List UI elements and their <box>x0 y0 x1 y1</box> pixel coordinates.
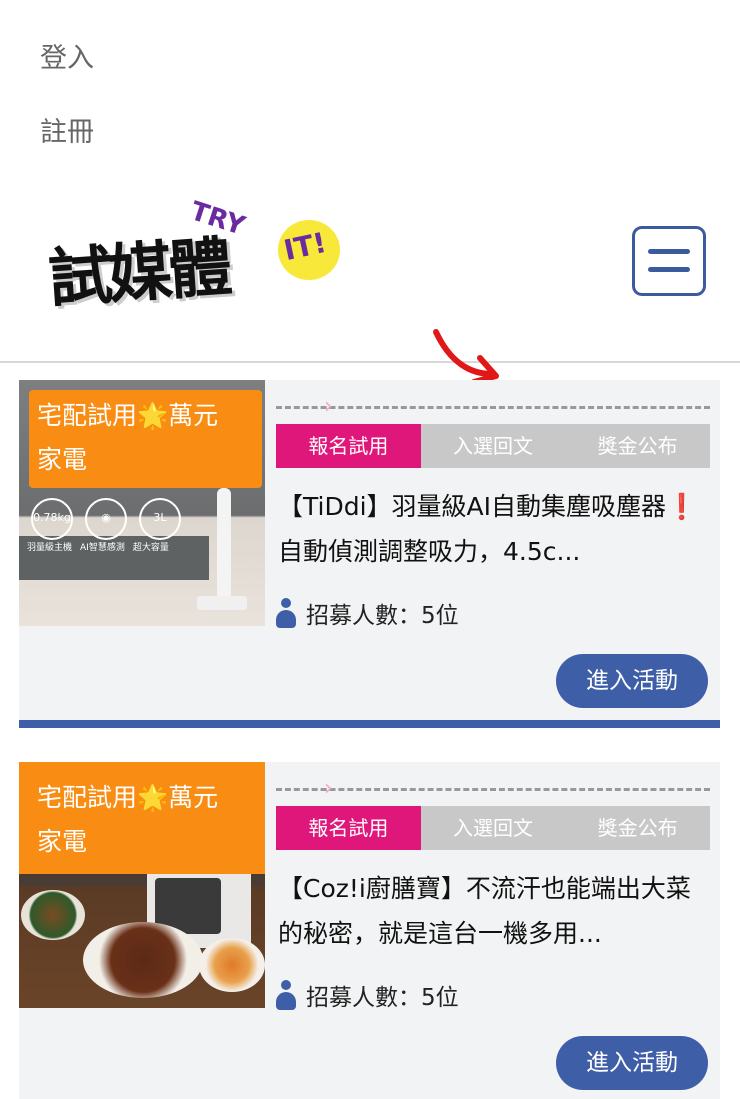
badge-text: 宅配試用 <box>37 401 138 430</box>
category-badge: 宅配試用🌟萬元 家電 <box>29 390 262 488</box>
enter-activity-button[interactable]: 進入活動 <box>556 654 708 708</box>
header-divider <box>0 361 740 363</box>
enter-activity-button[interactable]: 進入活動 <box>556 1036 708 1090</box>
vacuum-head-shape <box>197 596 247 610</box>
feature-label: AI智慧感測 <box>80 543 125 553</box>
activity-title[interactable]: 【TiDdi】羽量級AI自動集塵吸塵器❗ 自動偵測調整吸力，4.5c... <box>278 484 708 574</box>
activity-card: 宅配試用🌟萬元 家電 › 報名試用 入選回文 獎金公布 【Coz!i廚膳寶】不流… <box>19 762 720 1099</box>
title-text: 【Coz!i廚膳寶】不流汗也能端出大菜的秘密，就是這台一機多用... <box>278 874 691 948</box>
tab-selected-posts[interactable]: 入選回文 <box>420 806 566 850</box>
status-tabs: 報名試用 入選回文 獎金公布 <box>276 424 711 468</box>
logo-text: 試媒體 <box>45 229 231 318</box>
tab-bonus-announce[interactable]: 獎金公布 <box>565 806 711 850</box>
category-badge: 宅配試用🌟萬元 家電 <box>19 762 265 874</box>
person-icon <box>276 978 296 1012</box>
tab-signup[interactable]: 報名試用 <box>276 806 421 850</box>
hamburger-icon <box>648 249 690 254</box>
feature-label: 超大容量 <box>132 543 169 553</box>
recruit-count: 招募人數：5位 <box>276 978 459 1012</box>
food-plate <box>83 922 203 998</box>
card-info: › 報名試用 入選回文 獎金公布 【Coz!i廚膳寶】不流汗也能端出大菜的秘密，… <box>276 762 711 1099</box>
weight-icon: 0.78kg <box>31 498 73 540</box>
feature-icons: 0.78kg ◉ 3L <box>31 498 181 540</box>
recruit-text: 招募人數：5位 <box>306 985 459 1011</box>
badge-text: 家電 <box>37 445 88 474</box>
login-link[interactable]: 登入 <box>40 36 94 75</box>
star-icon: 🌟 <box>137 783 169 812</box>
card-info: › 報名試用 入選回文 獎金公布 【TiDdi】羽量級AI自動集塵吸塵器❗ 自動偵… <box>276 380 711 720</box>
feature-label: 羽量級主機 <box>27 543 73 553</box>
activity-title[interactable]: 【Coz!i廚膳寶】不流汗也能端出大菜的秘密，就是這台一機多用... <box>278 866 708 956</box>
status-tabs: 報名試用 入選回文 獎金公布 <box>276 806 711 850</box>
activity-card: 宅配試用🌟萬元 家電 0.78kg ◉ 3L 羽量級主機 AI智慧感測 超大容量… <box>19 380 720 728</box>
badge-text: 家電 <box>37 827 88 856</box>
register-link[interactable]: 註冊 <box>40 110 94 149</box>
food-plate <box>21 890 85 940</box>
recruit-count: 招募人數：5位 <box>276 596 459 630</box>
badge-text: 萬元 <box>168 401 219 430</box>
person-icon <box>276 596 296 630</box>
vacuum-shape <box>217 488 231 600</box>
star-icon: 🌟 <box>137 401 169 430</box>
tab-signup[interactable]: 報名試用 <box>276 424 421 468</box>
tab-bonus-announce[interactable]: 獎金公布 <box>565 424 711 468</box>
dashed-line <box>276 406 710 409</box>
wifi-icon: ◉ <box>85 498 127 540</box>
badge-text: 宅配試用 <box>37 783 138 812</box>
product-image[interactable]: 宅配試用🌟萬元 家電 0.78kg ◉ 3L 羽量級主機 AI智慧感測 超大容量 <box>19 380 265 626</box>
recruit-text: 招募人數：5位 <box>306 603 459 629</box>
chevron-right-icon: › <box>324 394 333 419</box>
badge-text: 萬元 <box>168 783 219 812</box>
site-logo[interactable]: 試媒體 TRY IT! <box>40 196 340 325</box>
feature-labels: 羽量級主機 AI智慧感測 超大容量 <box>27 540 169 553</box>
title-text: 【TiDdi】羽量級AI自動集塵吸塵器 <box>278 492 666 521</box>
dashed-line <box>276 788 710 791</box>
title-text: 自動偵測調整吸力，4.5c... <box>278 537 581 566</box>
tab-selected-posts[interactable]: 入選回文 <box>420 424 566 468</box>
exclamation-icon: ❗ <box>666 492 698 521</box>
capacity-icon: 3L <box>139 498 181 540</box>
hamburger-icon-bar <box>648 267 690 272</box>
product-image[interactable]: 宅配試用🌟萬元 家電 <box>19 762 265 1008</box>
chevron-right-icon: › <box>324 776 333 801</box>
food-plate <box>199 938 265 992</box>
menu-button[interactable] <box>632 226 706 296</box>
